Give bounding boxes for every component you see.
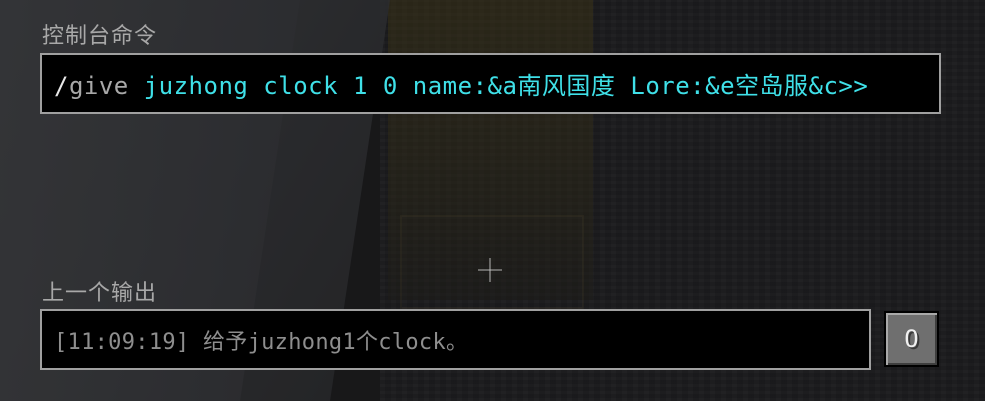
command-slash: / (54, 72, 69, 100)
crosshair-icon (476, 256, 504, 284)
previous-output-text: [11:09:19] 给予juzhong1个clock。 (54, 329, 469, 355)
game-screen: 控制台命令 /give juzhong clock 1 0 name:&a南风国… (0, 0, 985, 401)
console-command-label: 控制台命令 (42, 24, 158, 49)
command-arguments: juzhong clock 1 0 name:&a南风国度 Lore:&e空岛服… (128, 72, 869, 100)
previous-output-label: 上一个输出 (42, 281, 158, 306)
previous-output-field: [11:09:19] 给予juzhong1个clock。 (40, 309, 871, 370)
command-text: /give juzhong clock 1 0 name:&a南风国度 Lore… (54, 66, 868, 101)
track-output-toggle-button[interactable]: O (884, 311, 939, 367)
command-input[interactable]: /give juzhong clock 1 0 name:&a南风国度 Lore… (40, 53, 941, 114)
command-name: give (68, 72, 129, 100)
